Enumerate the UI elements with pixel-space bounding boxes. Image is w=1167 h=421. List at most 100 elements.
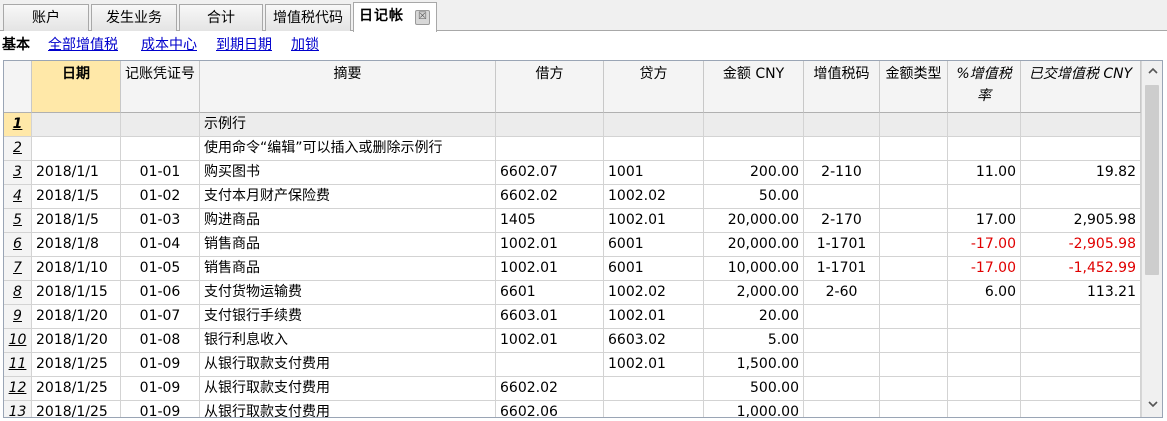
view-all-vat-link[interactable]: 全部增值税 <box>48 33 118 58</box>
cell-amount-type[interactable] <box>880 137 948 161</box>
cell-description[interactable]: 支付货物运输费 <box>200 281 496 305</box>
cell-vat-percent[interactable] <box>948 305 1021 329</box>
cell-date[interactable] <box>32 137 121 161</box>
cell-amount-type[interactable] <box>880 233 948 257</box>
cell-vat-posted[interactable]: 19.82 <box>1021 161 1141 185</box>
cell-debit[interactable]: 6602.07 <box>496 161 604 185</box>
cell-vat-posted[interactable] <box>1021 113 1141 137</box>
tab-vat-codes[interactable]: 增值税代码 <box>265 4 351 31</box>
cell-credit[interactable]: 6603.02 <box>604 329 704 353</box>
row-number[interactable]: 5 <box>4 209 32 233</box>
cell-vat-percent[interactable] <box>948 377 1021 401</box>
cell-vat-code[interactable]: 1-1701 <box>804 257 880 281</box>
row-number[interactable]: 7 <box>4 257 32 281</box>
view-due-date-link[interactable]: 到期日期 <box>216 33 272 58</box>
cell-date[interactable]: 2018/1/25 <box>32 353 121 377</box>
cell-description[interactable]: 示例行 <box>200 113 496 137</box>
cell-credit[interactable]: 1001 <box>604 161 704 185</box>
column-header-credit[interactable]: 贷方 <box>604 61 704 113</box>
row-number[interactable]: 11 <box>4 353 32 377</box>
cell-date[interactable]: 2018/1/20 <box>32 329 121 353</box>
cell-amount-type[interactable] <box>880 209 948 233</box>
cell-vat-percent[interactable]: -17.00 <box>948 257 1021 281</box>
cell-vat-code[interactable] <box>804 329 880 353</box>
view-cost-center-link[interactable]: 成本中心 <box>141 33 197 58</box>
cell-amount[interactable]: 20.00 <box>704 305 804 329</box>
view-lock-link[interactable]: 加锁 <box>291 33 319 58</box>
cell-description[interactable]: 从银行取款支付费用 <box>200 377 496 401</box>
cell-credit[interactable] <box>604 377 704 401</box>
cell-credit[interactable]: 1002.02 <box>604 281 704 305</box>
cell-credit[interactable] <box>604 401 704 417</box>
cell-amount[interactable]: 10,000.00 <box>704 257 804 281</box>
cell-vat-posted[interactable] <box>1021 377 1141 401</box>
cell-amount-type[interactable] <box>880 161 948 185</box>
cell-debit[interactable]: 6603.01 <box>496 305 604 329</box>
cell-amount[interactable]: 200.00 <box>704 161 804 185</box>
cell-vat-percent[interactable] <box>948 329 1021 353</box>
row-number[interactable]: 4 <box>4 185 32 209</box>
cell-vat-code[interactable] <box>804 137 880 161</box>
cell-description[interactable]: 支付本月财产保险费 <box>200 185 496 209</box>
cell-amount[interactable]: 20,000.00 <box>704 233 804 257</box>
cell-vat-code[interactable] <box>804 353 880 377</box>
tab-journal[interactable]: 日记帐 ☒ <box>353 2 437 32</box>
cell-doc[interactable]: 01-04 <box>121 233 200 257</box>
cell-vat-percent[interactable]: 17.00 <box>948 209 1021 233</box>
cell-doc[interactable]: 01-01 <box>121 161 200 185</box>
cell-amount-type[interactable] <box>880 281 948 305</box>
cell-vat-posted[interactable]: 2,905.98 <box>1021 209 1141 233</box>
cell-debit[interactable]: 1002.01 <box>496 233 604 257</box>
column-header-date[interactable]: 日期 <box>32 61 121 113</box>
column-header-debit[interactable]: 借方 <box>496 61 604 113</box>
cell-debit[interactable]: 6602.02 <box>496 377 604 401</box>
cell-doc[interactable]: 01-06 <box>121 281 200 305</box>
cell-date[interactable]: 2018/1/25 <box>32 401 121 417</box>
cell-credit[interactable]: 1002.01 <box>604 209 704 233</box>
cell-vat-code[interactable] <box>804 377 880 401</box>
cell-vat-code[interactable]: 2-110 <box>804 161 880 185</box>
cell-vat-percent[interactable] <box>948 137 1021 161</box>
cell-amount[interactable]: 1,000.00 <box>704 401 804 417</box>
cell-vat-code[interactable] <box>804 113 880 137</box>
cell-amount[interactable]: 20,000.00 <box>704 209 804 233</box>
cell-debit[interactable]: 1405 <box>496 209 604 233</box>
row-number[interactable]: 9 <box>4 305 32 329</box>
cell-date[interactable]: 2018/1/20 <box>32 305 121 329</box>
cell-vat-code[interactable]: 2-60 <box>804 281 880 305</box>
cell-date[interactable]: 2018/1/5 <box>32 185 121 209</box>
tab-accounts[interactable]: 账户 <box>3 4 89 31</box>
chevron-up-icon[interactable] <box>1142 61 1162 81</box>
cell-credit[interactable]: 1002.02 <box>604 185 704 209</box>
cell-date[interactable]: 2018/1/8 <box>32 233 121 257</box>
row-number[interactable]: 13 <box>4 401 32 417</box>
cell-vat-percent[interactable] <box>948 113 1021 137</box>
column-header-vat-code[interactable]: 增值税码 <box>804 61 880 113</box>
cell-amount[interactable]: 5.00 <box>704 329 804 353</box>
view-basic[interactable]: 基本 <box>2 33 30 58</box>
cell-amount[interactable] <box>704 113 804 137</box>
cell-vat-code[interactable]: 2-170 <box>804 209 880 233</box>
cell-vat-percent[interactable] <box>948 401 1021 417</box>
cell-vat-percent[interactable]: 6.00 <box>948 281 1021 305</box>
column-header-doc[interactable]: 记账凭证号 <box>121 61 200 113</box>
cell-amount[interactable]: 500.00 <box>704 377 804 401</box>
cell-description[interactable]: 从银行取款支付费用 <box>200 401 496 417</box>
cell-credit[interactable] <box>604 113 704 137</box>
cell-doc[interactable]: 01-05 <box>121 257 200 281</box>
cell-date[interactable]: 2018/1/15 <box>32 281 121 305</box>
cell-amount-type[interactable] <box>880 257 948 281</box>
cell-amount-type[interactable] <box>880 329 948 353</box>
row-number[interactable]: 1 <box>4 113 32 137</box>
cell-vat-posted[interactable] <box>1021 353 1141 377</box>
cell-vat-posted[interactable]: -2,905.98 <box>1021 233 1141 257</box>
row-number[interactable]: 8 <box>4 281 32 305</box>
cell-credit[interactable]: 1002.01 <box>604 305 704 329</box>
row-number[interactable]: 6 <box>4 233 32 257</box>
cell-date[interactable]: 2018/1/1 <box>32 161 121 185</box>
cell-amount-type[interactable] <box>880 401 948 417</box>
cell-amount-type[interactable] <box>880 113 948 137</box>
cell-vat-posted[interactable]: 113.21 <box>1021 281 1141 305</box>
cell-vat-posted[interactable]: -1,452.99 <box>1021 257 1141 281</box>
tab-transactions[interactable]: 发生业务 <box>91 4 177 31</box>
